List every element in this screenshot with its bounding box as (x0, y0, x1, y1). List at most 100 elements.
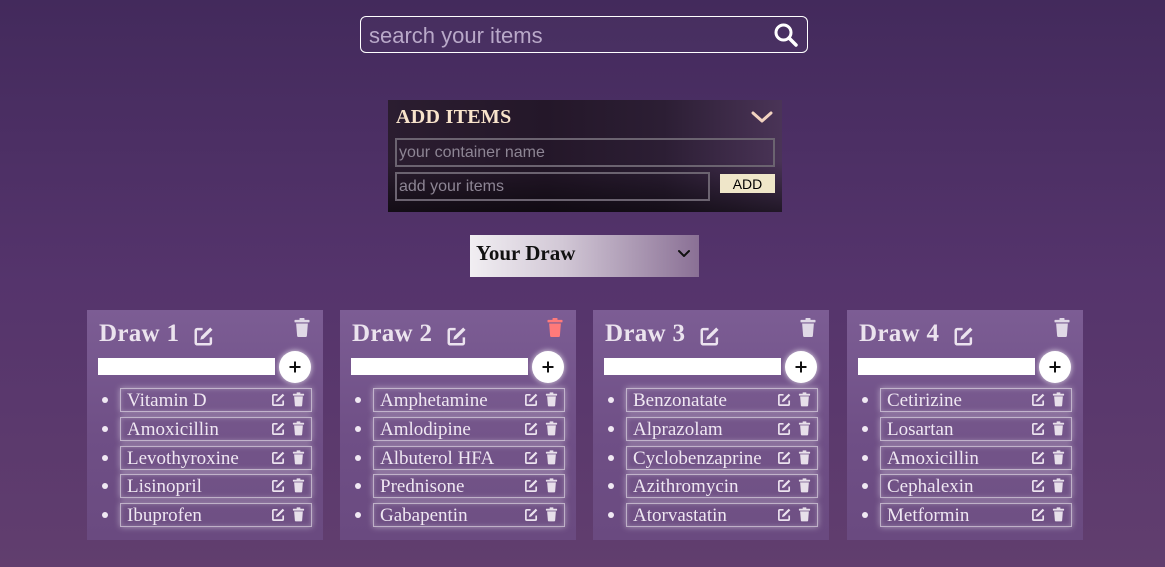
edit-icon[interactable] (271, 392, 286, 407)
add-item-button[interactable] (785, 351, 817, 383)
trash-icon[interactable] (545, 477, 558, 493)
edit-icon[interactable] (1031, 478, 1046, 493)
edit-icon[interactable] (524, 507, 539, 522)
chevron-down-icon[interactable] (750, 109, 774, 125)
edit-icon[interactable] (777, 392, 792, 407)
list-item: Amoxicillin (87, 416, 323, 445)
trash-icon[interactable] (545, 420, 558, 436)
edit-icon[interactable] (524, 392, 539, 407)
trash-icon[interactable] (1052, 449, 1065, 465)
item-box: Amphetamine (373, 388, 565, 412)
item-box: Prednisone (373, 474, 565, 499)
add-button[interactable]: ADD (720, 174, 775, 193)
trash-icon[interactable] (798, 477, 811, 493)
new-item-input[interactable] (858, 358, 1035, 375)
trash-icon[interactable] (292, 420, 305, 436)
edit-icon[interactable] (193, 325, 215, 347)
bullet (862, 454, 868, 461)
bullet (355, 483, 361, 490)
item-name: Amoxicillin (887, 447, 979, 469)
item-name: Metformin (887, 505, 970, 526)
list-item: Atorvastatin (593, 502, 829, 531)
list-item: Benzonatate (593, 387, 829, 416)
container-name-input[interactable] (395, 138, 775, 167)
edit-icon[interactable] (271, 478, 286, 493)
trash-icon[interactable] (1052, 477, 1065, 493)
new-item-input[interactable] (98, 358, 275, 375)
item-name: Albuterol HFA (380, 447, 495, 469)
edit-icon[interactable] (699, 325, 721, 347)
trash-icon[interactable] (1052, 506, 1065, 522)
trash-icon[interactable] (798, 391, 811, 407)
chevron-down-icon (677, 248, 691, 260)
edit-icon[interactable] (777, 478, 792, 493)
new-item-input[interactable] (604, 358, 781, 375)
edit-icon[interactable] (524, 421, 539, 436)
search-input[interactable] (367, 19, 766, 52)
item-name: Lisinopril (127, 476, 202, 498)
trash-icon[interactable] (292, 477, 305, 493)
trash-icon[interactable] (1052, 420, 1065, 436)
bullet (102, 425, 108, 432)
bullet (102, 483, 108, 490)
edit-icon[interactable] (271, 450, 286, 465)
bullet (862, 512, 868, 518)
edit-icon[interactable] (1031, 450, 1046, 465)
edit-icon[interactable] (271, 421, 286, 436)
add-items-input[interactable] (395, 172, 710, 201)
edit-icon[interactable] (777, 507, 792, 522)
trash-icon[interactable] (798, 506, 811, 522)
bullet (102, 397, 108, 403)
edit-icon[interactable] (524, 450, 539, 465)
draw-select[interactable]: Your Draw (470, 235, 699, 277)
plus-icon (542, 361, 554, 373)
edit-icon[interactable] (777, 450, 792, 465)
trash-icon[interactable] (292, 391, 305, 407)
edit-icon[interactable] (953, 325, 975, 347)
trash-icon[interactable] (292, 506, 305, 522)
edit-icon[interactable] (1031, 392, 1046, 407)
add-item-button[interactable] (532, 351, 564, 383)
bullet (102, 512, 108, 518)
trash-icon[interactable] (293, 317, 311, 337)
edit-icon[interactable] (271, 507, 286, 522)
item-list: Benzonatate Alprazolam Cyclobenzaprine A… (593, 387, 829, 531)
bullet (608, 483, 614, 490)
edit-icon[interactable] (1031, 507, 1046, 522)
edit-icon[interactable] (1031, 421, 1046, 436)
list-item: Amlodipine (340, 416, 576, 445)
item-box: Azithromycin (626, 474, 818, 499)
new-item-input[interactable] (351, 358, 528, 375)
trash-icon[interactable] (798, 420, 811, 436)
edit-icon[interactable] (524, 478, 539, 493)
list-item: Losartan (847, 416, 1083, 445)
bullet (608, 512, 614, 518)
item-box: Amoxicillin (120, 416, 312, 441)
trash-icon[interactable] (292, 449, 305, 465)
search-icon[interactable] (773, 22, 799, 48)
item-box: Benzonatate (626, 388, 818, 412)
list-item: Prednisone (340, 473, 576, 502)
trash-icon[interactable] (545, 391, 558, 407)
edit-icon[interactable] (446, 325, 468, 347)
draw-select-value: Your Draw (476, 241, 576, 265)
item-box: Metformin (880, 503, 1072, 527)
item-box: Albuterol HFA (373, 445, 565, 470)
trash-icon[interactable] (546, 317, 564, 337)
item-name: Ibuprofen (127, 505, 202, 526)
edit-icon[interactable] (777, 421, 792, 436)
trash-icon[interactable] (545, 506, 558, 522)
item-box: Cyclobenzaprine (626, 445, 818, 470)
list-item: Alprazolam (593, 416, 829, 445)
trash-icon[interactable] (1053, 317, 1071, 337)
trash-icon[interactable] (545, 449, 558, 465)
trash-icon[interactable] (799, 317, 817, 337)
trash-icon[interactable] (1052, 391, 1065, 407)
add-item-button[interactable] (1039, 351, 1071, 383)
trash-icon[interactable] (798, 449, 811, 465)
item-name: Cephalexin (887, 476, 974, 498)
list-item: Vitamin D (87, 387, 323, 416)
bullet (355, 454, 361, 461)
add-item-button[interactable] (279, 351, 311, 383)
item-name: Levothyroxine (127, 447, 239, 469)
